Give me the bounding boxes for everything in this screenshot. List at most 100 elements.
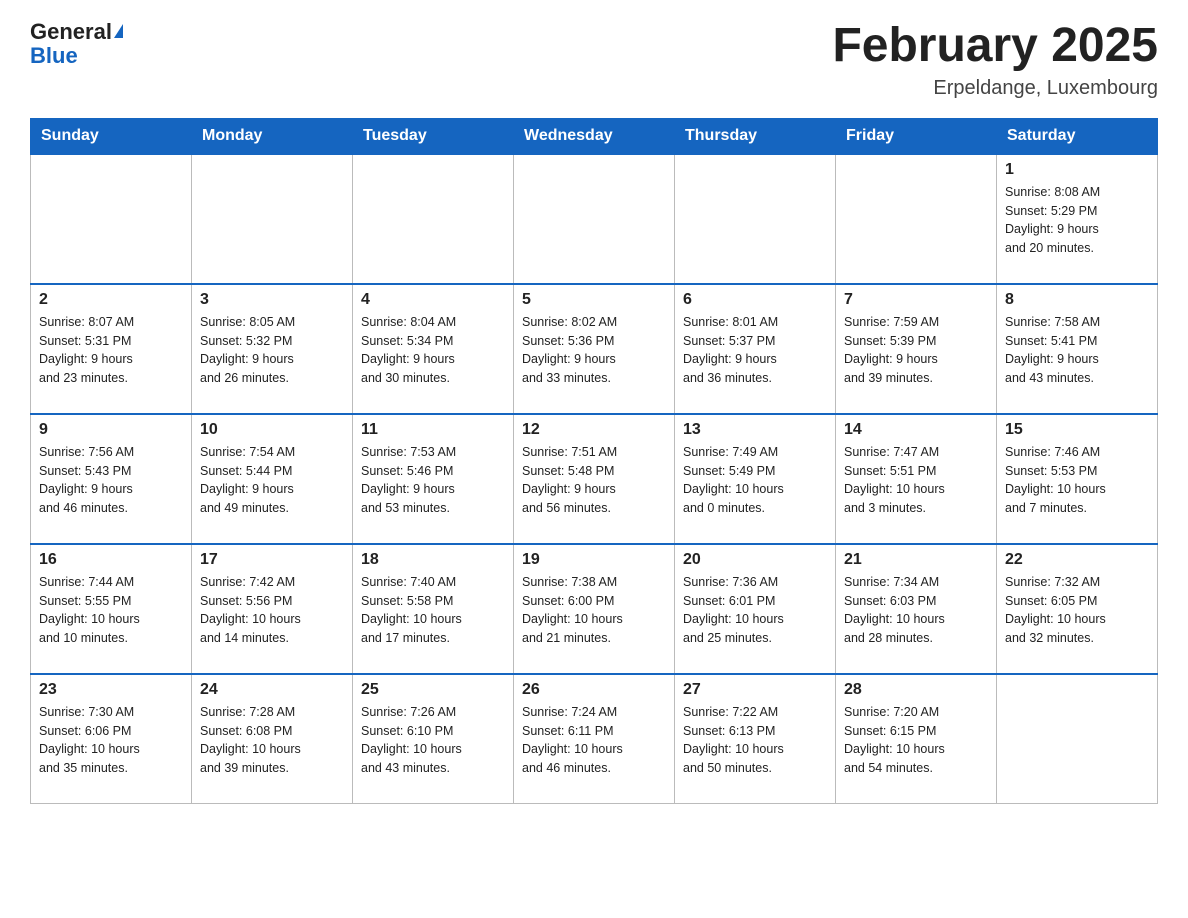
day-info: Sunrise: 7:32 AMSunset: 6:05 PMDaylight:… — [1005, 573, 1149, 648]
calendar-cell: 14 Sunrise: 7:47 AMSunset: 5:51 PMDayligh… — [836, 414, 997, 544]
calendar-cell: 8 Sunrise: 7:58 AMSunset: 5:41 PMDaylight… — [997, 284, 1158, 414]
day-number: 17 — [200, 551, 344, 569]
week-row-3: 9 Sunrise: 7:56 AMSunset: 5:43 PMDaylight… — [31, 414, 1158, 544]
day-info: Sunrise: 7:59 AMSunset: 5:39 PMDaylight:… — [844, 313, 988, 388]
day-number: 1 — [1005, 161, 1149, 179]
calendar-cell: 5 Sunrise: 8:02 AMSunset: 5:36 PMDaylight… — [514, 284, 675, 414]
day-info: Sunrise: 7:54 AMSunset: 5:44 PMDaylight:… — [200, 443, 344, 518]
day-info: Sunrise: 7:47 AMSunset: 5:51 PMDaylight:… — [844, 443, 988, 518]
page-header: General Blue February 2025 Erpeldange, L… — [30, 20, 1158, 100]
calendar-cell — [997, 674, 1158, 804]
calendar-cell: 16 Sunrise: 7:44 AMSunset: 5:55 PMDayligh… — [31, 544, 192, 674]
week-row-2: 2Sunrise: 8:07 AMSunset: 5:31 PMDaylight… — [31, 284, 1158, 414]
week-row-4: 16 Sunrise: 7:44 AMSunset: 5:55 PMDayligh… — [31, 544, 1158, 674]
calendar-cell: 21 Sunrise: 7:34 AMSunset: 6:03 PMDayligh… — [836, 544, 997, 674]
day-info: Sunrise: 7:40 AMSunset: 5:58 PMDaylight:… — [361, 573, 505, 648]
calendar-cell: 6 Sunrise: 8:01 AMSunset: 5:37 PMDaylight… — [675, 284, 836, 414]
calendar-cell: 18 Sunrise: 7:40 AMSunset: 5:58 PMDayligh… — [353, 544, 514, 674]
calendar-location: Erpeldange, Luxembourg — [832, 77, 1158, 100]
calendar-cell: 20 Sunrise: 7:36 AMSunset: 6:01 PMDayligh… — [675, 544, 836, 674]
day-number: 13 — [683, 421, 827, 439]
logo-triangle-icon — [114, 24, 123, 38]
calendar-cell: 28 Sunrise: 7:20 AMSunset: 6:15 PMDayligh… — [836, 674, 997, 804]
calendar-cell: 7 Sunrise: 7:59 AMSunset: 5:39 PMDaylight… — [836, 284, 997, 414]
day-number: 4 — [361, 291, 505, 309]
calendar-cell: 15Sunrise: 7:46 AMSunset: 5:53 PMDayligh… — [997, 414, 1158, 544]
calendar-cell — [192, 154, 353, 284]
calendar-cell: 23Sunrise: 7:30 AMSunset: 6:06 PMDayligh… — [31, 674, 192, 804]
day-info: Sunrise: 7:58 AMSunset: 5:41 PMDaylight:… — [1005, 313, 1149, 388]
calendar-cell — [353, 154, 514, 284]
calendar-cell: 11 Sunrise: 7:53 AMSunset: 5:46 PMDayligh… — [353, 414, 514, 544]
title-block: February 2025 Erpeldange, Luxembourg — [832, 20, 1158, 100]
day-info: Sunrise: 7:28 AMSunset: 6:08 PMDaylight:… — [200, 703, 344, 778]
day-info: Sunrise: 7:56 AMSunset: 5:43 PMDaylight:… — [39, 443, 183, 518]
calendar-cell: 24 Sunrise: 7:28 AMSunset: 6:08 PMDayligh… — [192, 674, 353, 804]
day-info: Sunrise: 8:02 AMSunset: 5:36 PMDaylight:… — [522, 313, 666, 388]
day-info: Sunrise: 7:22 AMSunset: 6:13 PMDaylight:… — [683, 703, 827, 778]
calendar-cell: 9 Sunrise: 7:56 AMSunset: 5:43 PMDaylight… — [31, 414, 192, 544]
week-row-1: 1 Sunrise: 8:08 AMSunset: 5:29 PMDaylight… — [31, 154, 1158, 284]
day-number: 6 — [683, 291, 827, 309]
day-number: 23 — [39, 681, 183, 699]
day-info: Sunrise: 8:05 AMSunset: 5:32 PMDaylight:… — [200, 313, 344, 388]
week-row-5: 23Sunrise: 7:30 AMSunset: 6:06 PMDayligh… — [31, 674, 1158, 804]
day-number: 21 — [844, 551, 988, 569]
calendar-cell: 2Sunrise: 8:07 AMSunset: 5:31 PMDaylight… — [31, 284, 192, 414]
day-number: 10 — [200, 421, 344, 439]
day-info: Sunrise: 7:53 AMSunset: 5:46 PMDaylight:… — [361, 443, 505, 518]
calendar-cell — [836, 154, 997, 284]
day-number: 8 — [1005, 291, 1149, 309]
calendar-cell: 12Sunrise: 7:51 AMSunset: 5:48 PMDayligh… — [514, 414, 675, 544]
day-number: 25 — [361, 681, 505, 699]
day-number: 14 — [844, 421, 988, 439]
col-sunday: Sunday — [31, 118, 192, 154]
day-number: 3 — [200, 291, 344, 309]
calendar-cell — [31, 154, 192, 284]
calendar-title: February 2025 — [832, 20, 1158, 73]
calendar-cell: 19 Sunrise: 7:38 AMSunset: 6:00 PMDayligh… — [514, 544, 675, 674]
day-info: Sunrise: 7:42 AMSunset: 5:56 PMDaylight:… — [200, 573, 344, 648]
day-info: Sunrise: 8:07 AMSunset: 5:31 PMDaylight:… — [39, 313, 183, 388]
day-number: 16 — [39, 551, 183, 569]
day-info: Sunrise: 7:38 AMSunset: 6:00 PMDaylight:… — [522, 573, 666, 648]
col-tuesday: Tuesday — [353, 118, 514, 154]
day-number: 18 — [361, 551, 505, 569]
calendar-cell: 3 Sunrise: 8:05 AMSunset: 5:32 PMDaylight… — [192, 284, 353, 414]
calendar-cell: 17 Sunrise: 7:42 AMSunset: 5:56 PMDayligh… — [192, 544, 353, 674]
day-number: 7 — [844, 291, 988, 309]
logo-blue-text: Blue — [30, 43, 78, 68]
day-number: 26 — [522, 681, 666, 699]
logo: General Blue — [30, 20, 123, 68]
calendar-cell: 25 Sunrise: 7:26 AMSunset: 6:10 PMDayligh… — [353, 674, 514, 804]
day-number: 27 — [683, 681, 827, 699]
day-number: 28 — [844, 681, 988, 699]
day-info: Sunrise: 7:20 AMSunset: 6:15 PMDaylight:… — [844, 703, 988, 778]
calendar-table: Sunday Monday Tuesday Wednesday Thursday… — [30, 118, 1158, 805]
day-number: 15 — [1005, 421, 1149, 439]
day-number: 22 — [1005, 551, 1149, 569]
day-number: 9 — [39, 421, 183, 439]
col-saturday: Saturday — [997, 118, 1158, 154]
col-monday: Monday — [192, 118, 353, 154]
day-number: 19 — [522, 551, 666, 569]
day-number: 11 — [361, 421, 505, 439]
day-info: Sunrise: 7:34 AMSunset: 6:03 PMDaylight:… — [844, 573, 988, 648]
day-info: Sunrise: 7:44 AMSunset: 5:55 PMDaylight:… — [39, 573, 183, 648]
calendar-header-row: Sunday Monday Tuesday Wednesday Thursday… — [31, 118, 1158, 154]
day-info: Sunrise: 8:01 AMSunset: 5:37 PMDaylight:… — [683, 313, 827, 388]
day-number: 24 — [200, 681, 344, 699]
calendar-cell: 10 Sunrise: 7:54 AMSunset: 5:44 PMDayligh… — [192, 414, 353, 544]
day-number: 12 — [522, 421, 666, 439]
calendar-cell — [514, 154, 675, 284]
day-info: Sunrise: 7:36 AMSunset: 6:01 PMDaylight:… — [683, 573, 827, 648]
col-friday: Friday — [836, 118, 997, 154]
calendar-cell: 22 Sunrise: 7:32 AMSunset: 6:05 PMDayligh… — [997, 544, 1158, 674]
day-info: Sunrise: 8:04 AMSunset: 5:34 PMDaylight:… — [361, 313, 505, 388]
day-info: Sunrise: 7:24 AMSunset: 6:11 PMDaylight:… — [522, 703, 666, 778]
calendar-cell — [675, 154, 836, 284]
day-info: Sunrise: 8:08 AMSunset: 5:29 PMDaylight:… — [1005, 183, 1149, 258]
day-number: 20 — [683, 551, 827, 569]
day-number: 5 — [522, 291, 666, 309]
day-info: Sunrise: 7:26 AMSunset: 6:10 PMDaylight:… — [361, 703, 505, 778]
